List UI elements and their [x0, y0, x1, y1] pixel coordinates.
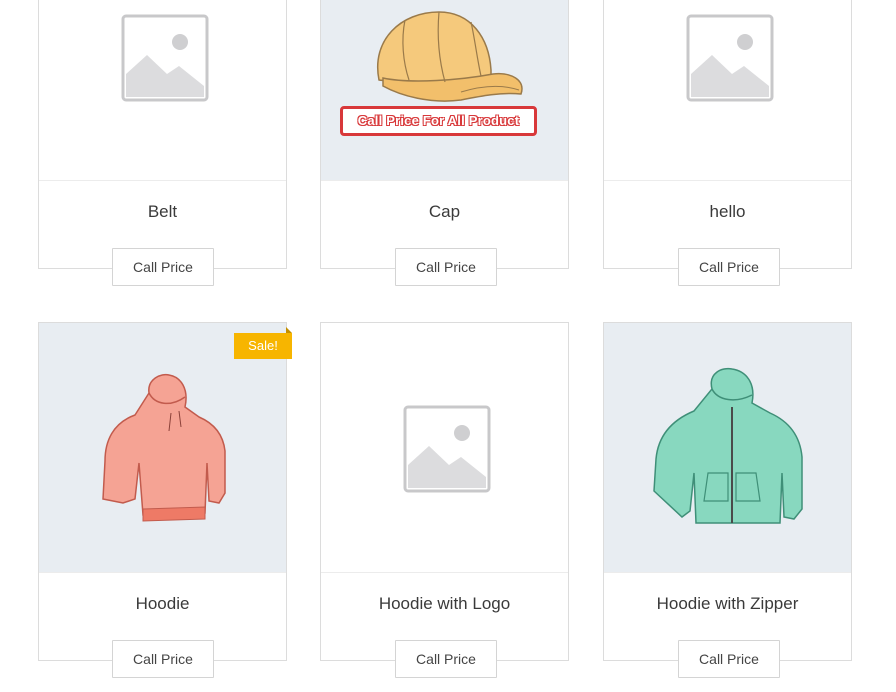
call-price-button-hello[interactable]: Call Price	[678, 248, 780, 286]
product-image-cap[interactable]: Call Price For All Product	[321, 0, 568, 180]
placeholder-icon	[121, 14, 209, 102]
product-image-hello[interactable]	[604, 0, 851, 180]
product-title[interactable]: Belt	[39, 181, 286, 247]
zip-hoodie-icon	[653, 367, 803, 524]
call-price-button-belt[interactable]: Call Price	[112, 248, 214, 286]
placeholder-icon	[403, 405, 491, 493]
product-card-hoodie-with-logo: Hoodie with Logo	[320, 322, 569, 661]
call-price-button-hoodie-with-zipper[interactable]: Call Price	[678, 640, 780, 678]
product-card-cap: Call Price For All Product Cap	[320, 0, 569, 269]
product-title[interactable]: Hoodie with Logo	[321, 573, 568, 639]
cap-icon	[376, 11, 523, 102]
product-title[interactable]: Hoodie	[39, 573, 286, 639]
call-price-button-cap[interactable]: Call Price	[395, 248, 497, 286]
sale-badge: Sale!	[234, 327, 292, 359]
product-image-hoodie-with-logo[interactable]	[321, 323, 568, 572]
product-card-hoodie-with-zipper: Hoodie with Zipper	[603, 322, 852, 661]
call-price-button-hoodie-with-logo[interactable]: Call Price	[395, 640, 497, 678]
product-card-hello: hello	[603, 0, 852, 269]
product-title[interactable]: hello	[604, 181, 851, 247]
product-image-hoodie[interactable]: Sale!	[39, 323, 292, 572]
call-price-notice: Call Price For All Product	[340, 106, 537, 136]
call-price-button-hoodie[interactable]: Call Price	[112, 640, 214, 678]
product-title[interactable]: Cap	[321, 181, 568, 247]
product-card-hoodie: Sale! Hoodie	[38, 322, 292, 661]
product-title[interactable]: Hoodie with Zipper	[604, 573, 851, 639]
product-image-belt[interactable]	[39, 0, 286, 180]
product-grid: Belt Call Price Call Price For All Produ…	[0, 0, 896, 692]
placeholder-icon	[686, 14, 774, 102]
hoodie-icon	[102, 373, 226, 522]
product-image-hoodie-with-zipper[interactable]	[604, 323, 851, 572]
product-card-belt: Belt	[38, 0, 287, 269]
